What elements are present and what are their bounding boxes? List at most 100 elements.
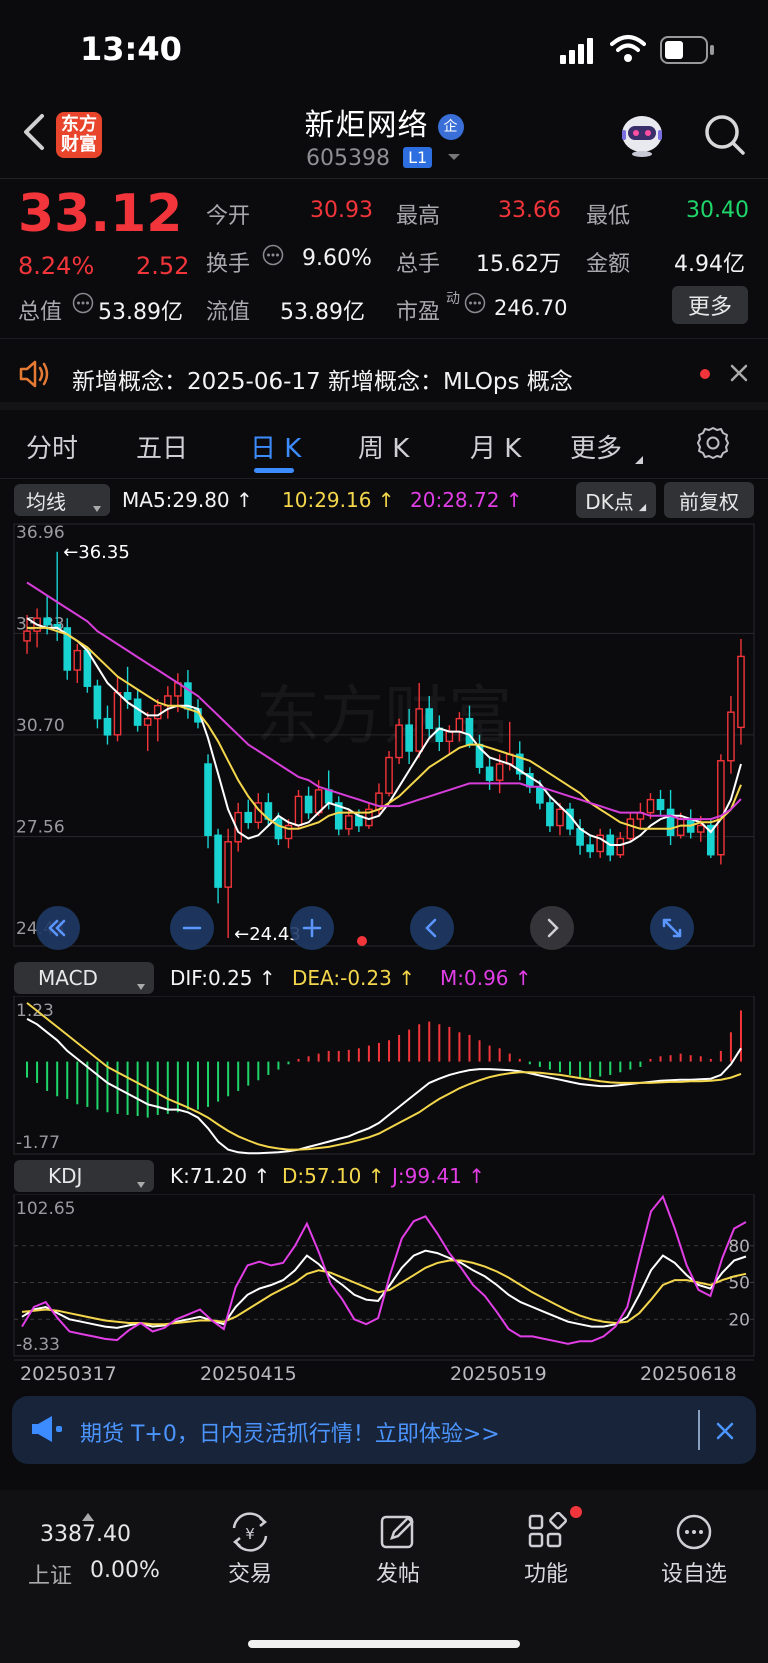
candle-body bbox=[344, 815, 353, 830]
robot-assistant-icon[interactable] bbox=[618, 112, 666, 162]
prev-icon[interactable] bbox=[410, 906, 454, 950]
macd-chart[interactable]: 1.23 -1.77 bbox=[0, 996, 768, 1156]
candle-body bbox=[133, 698, 142, 726]
field-value-float-cap: 53.89亿 bbox=[280, 300, 365, 325]
indicator-select-ma[interactable]: 均线 bbox=[14, 484, 110, 516]
tab-five-day[interactable]: 五日 bbox=[136, 428, 188, 465]
ma5-readout: MA5:29.80 ↑ bbox=[122, 488, 253, 512]
settings-gear-icon[interactable] bbox=[696, 426, 730, 464]
ad-divider bbox=[698, 1410, 700, 1450]
dk-point-button[interactable]: DK点 bbox=[576, 482, 656, 518]
change-percent: 8.24% bbox=[18, 252, 95, 280]
ad-banner-text[interactable]: 期货 T+0，日内灵活抓行情！立即体验>> bbox=[80, 1416, 500, 1448]
field-label-turnover: 换手 bbox=[206, 252, 251, 277]
level-badge: L1 bbox=[403, 147, 433, 168]
ma5-value: MA5:29.80 bbox=[122, 488, 230, 512]
candle-body bbox=[214, 834, 222, 888]
svg-text:¥: ¥ bbox=[245, 1525, 255, 1543]
candle-body bbox=[465, 717, 474, 746]
stock-code: 605398 bbox=[306, 146, 390, 171]
indicator-select-macd[interactable]: MACD bbox=[14, 962, 154, 994]
index-name[interactable]: 上证 bbox=[28, 1558, 72, 1590]
tab-weekly-k[interactable]: 周 K bbox=[358, 428, 409, 465]
ma20-readout: 20:28.72 ↑ bbox=[410, 488, 523, 512]
nav-post[interactable]: 发帖 bbox=[328, 1512, 468, 1588]
tab-monthly-k[interactable]: 月 K bbox=[470, 428, 521, 465]
info-dots-icon[interactable] bbox=[72, 292, 94, 318]
nav-trade-label: 交易 bbox=[227, 1562, 272, 1587]
edit-icon bbox=[380, 1515, 414, 1549]
kdj-chart[interactable]: 102.65-8.3380502020250317 20250415 2025051… bbox=[0, 1194, 768, 1384]
dk-point-label: DK点 bbox=[585, 489, 634, 514]
y-tick-label: 30.70 bbox=[16, 716, 65, 736]
nav-watchlist-label: 设自选 bbox=[660, 1562, 727, 1587]
candle-body bbox=[546, 802, 554, 827]
notice-text[interactable]: 新增概念：2025-06-17 新增概念：MLOps 概念 bbox=[72, 362, 573, 396]
nav-trade[interactable]: ¥ 交易 bbox=[180, 1512, 320, 1588]
y-tick-label: -8.33 bbox=[16, 1335, 60, 1355]
candle-body bbox=[224, 841, 232, 888]
fullscreen-icon[interactable] bbox=[650, 906, 694, 950]
k-value: K:71.20 bbox=[170, 1164, 248, 1188]
candle-body bbox=[556, 808, 564, 827]
stock-code-row[interactable]: 605398 L1 bbox=[306, 146, 461, 171]
y-tick-label: 102.65 bbox=[16, 1199, 75, 1219]
candle-body bbox=[153, 704, 162, 720]
current-price: 33.12 bbox=[18, 184, 183, 244]
right-tick-label: 20 bbox=[728, 1310, 750, 1330]
ma10-readout: 10:29.16 ↑ bbox=[282, 488, 395, 512]
field-value-low: 30.40 bbox=[686, 198, 749, 223]
adjust-mode-button[interactable]: 前复权 bbox=[664, 482, 754, 518]
triangle-down-icon bbox=[136, 1171, 146, 1195]
ma20-value: 20:28.72 bbox=[410, 488, 500, 512]
kdj-line-J bbox=[21, 1194, 747, 1345]
rewind-icon[interactable] bbox=[36, 906, 80, 950]
y-tick-label: -1.77 bbox=[16, 1133, 60, 1153]
nav-functions[interactable]: 功能 bbox=[476, 1511, 616, 1588]
field-value-high: 33.66 bbox=[498, 198, 561, 223]
trade-icon: ¥ bbox=[232, 1512, 268, 1552]
info-dots-icon[interactable] bbox=[262, 244, 284, 270]
indicator-select-kdj[interactable]: KDJ bbox=[14, 1160, 154, 1192]
candlestick-chart[interactable]: 36.9633.8330.7027.5624.43东方财富←36.35←24.4… bbox=[0, 518, 768, 958]
candle-body bbox=[455, 717, 464, 733]
triangle-down-icon bbox=[634, 450, 644, 469]
field-value-pe: 246.70 bbox=[494, 296, 568, 320]
nav-post-label: 发帖 bbox=[375, 1562, 420, 1587]
dea-value: DEA:-0.23 bbox=[292, 966, 392, 990]
change-amount: 2.52 bbox=[136, 252, 190, 280]
tab-daily-k[interactable]: 日 K bbox=[250, 428, 301, 465]
close-icon[interactable] bbox=[728, 362, 750, 388]
more-button[interactable]: 更多 bbox=[672, 286, 748, 324]
search-icon[interactable] bbox=[704, 114, 746, 160]
candle-body bbox=[103, 717, 112, 736]
field-value-total-cap: 53.89亿 bbox=[98, 300, 183, 325]
dif-readout: DIF:0.25 ↑ bbox=[170, 966, 276, 990]
tab-more[interactable]: 更多 bbox=[570, 428, 622, 465]
home-indicator bbox=[248, 1640, 520, 1648]
signal-icon bbox=[560, 38, 594, 68]
index-value[interactable]: 3387.40 bbox=[40, 1522, 131, 1547]
next-icon[interactable] bbox=[530, 906, 574, 950]
candle-body bbox=[324, 789, 333, 804]
field-label-pe-sup: 动 bbox=[446, 291, 460, 307]
indicator-select-kdj-label: KDJ bbox=[48, 1164, 83, 1188]
candle-body bbox=[274, 818, 283, 840]
candle-body bbox=[43, 617, 51, 626]
info-dots-icon[interactable] bbox=[464, 292, 486, 318]
chart-frame bbox=[13, 1194, 755, 1357]
candle-body bbox=[415, 708, 424, 752]
candle-body bbox=[586, 844, 594, 853]
index-change[interactable]: 0.00% bbox=[90, 1558, 160, 1583]
candle-body bbox=[425, 708, 434, 730]
close-icon[interactable] bbox=[714, 1420, 736, 1446]
field-label-amount: 金额 bbox=[586, 252, 631, 277]
indicator-select-macd-label: MACD bbox=[38, 966, 98, 990]
candle-body bbox=[113, 692, 122, 736]
tab-intraday[interactable]: 分时 bbox=[26, 428, 78, 465]
nav-watchlist[interactable]: 设自选 bbox=[624, 1512, 764, 1588]
zoom-out-icon[interactable] bbox=[170, 906, 214, 950]
zoom-in-icon[interactable] bbox=[290, 906, 334, 950]
candle-body bbox=[485, 766, 494, 781]
chevron-down-icon bbox=[447, 147, 461, 166]
